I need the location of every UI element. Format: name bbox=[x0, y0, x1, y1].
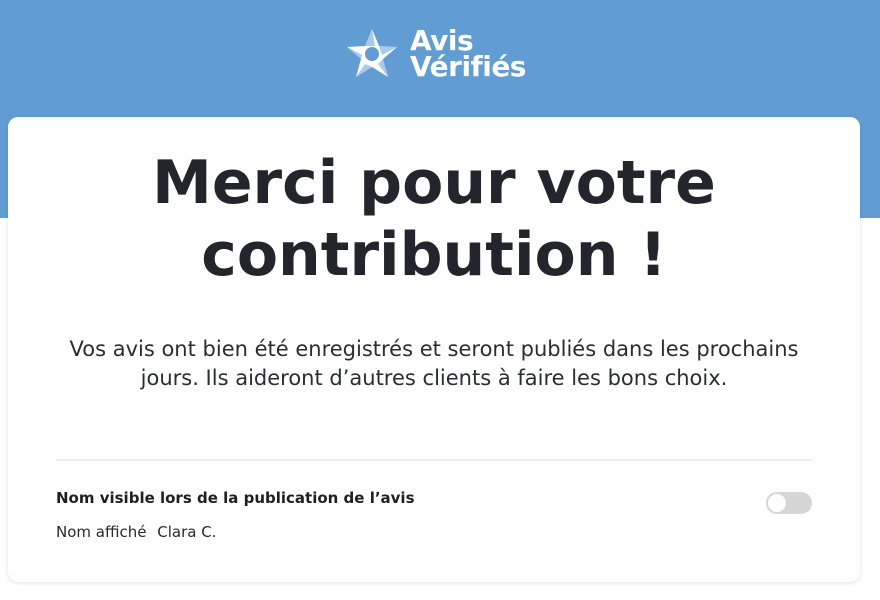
divider bbox=[56, 459, 812, 461]
name-visibility-label: Nom visible lors de la publication de l’… bbox=[56, 489, 415, 507]
logo-line2: Vérifiés bbox=[410, 50, 526, 83]
star-icon bbox=[347, 29, 397, 77]
confirmation-card: Merci pour votre contribution ! Vos avis… bbox=[8, 117, 860, 582]
displayed-name-label: Nom affiché bbox=[56, 523, 147, 541]
logo-wordmark: Avis Vérifiés bbox=[410, 27, 526, 83]
name-visibility-toggle[interactable] bbox=[766, 492, 812, 514]
avis-verifies-logo: Avis Vérifiés bbox=[344, 26, 526, 82]
page-title: Merci pour votre contribution ! bbox=[152, 148, 716, 290]
toggle-knob bbox=[768, 494, 786, 512]
displayed-name-row: Nom affiché Clara C. bbox=[56, 523, 216, 541]
confirmation-message: Vos avis ont bien été enregistrés et ser… bbox=[69, 337, 799, 390]
displayed-name-value: Clara C. bbox=[157, 523, 217, 541]
